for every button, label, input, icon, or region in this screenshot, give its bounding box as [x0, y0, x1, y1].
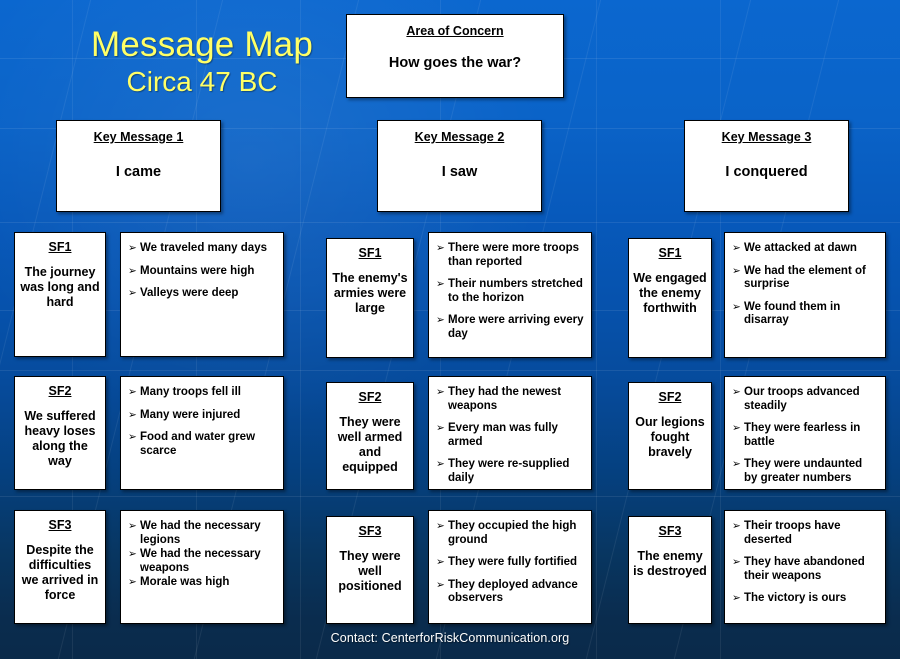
sf-label-heading: SF2 [48, 384, 72, 398]
bullet-list: We attacked at dawn We had the element of… [732, 242, 878, 328]
background-vline [596, 0, 597, 659]
bullet-item: They occupied the high ground [436, 520, 584, 547]
sf-label-body: We suffered heavy loses along the way [24, 409, 96, 468]
bullet-item: There were more troops than reported [436, 242, 584, 269]
sf-label-c1-r3: SF3 Despite the difficulties we arrived … [14, 510, 106, 624]
message-map-slide: Message Map Circa 47 BC Area of Concern … [0, 0, 900, 659]
area-of-concern-card: Area of Concern How goes the war? [346, 14, 564, 98]
bullet-item: Every man was fully armed [436, 422, 584, 449]
slide-title-subtitle: Circa 47 BC [126, 66, 278, 97]
sf-label-heading: SF1 [48, 240, 72, 254]
bullet-item: Food and water grew scarce [128, 431, 276, 458]
sf-label-heading: SF1 [358, 246, 382, 260]
key-message-1-card: Key Message 1 I came [56, 120, 221, 212]
sf-label-body: The enemy's armies were large [332, 271, 408, 315]
sf-label-heading: SF2 [358, 390, 382, 404]
key-message-2-card: Key Message 2 I saw [377, 120, 542, 212]
bullet-item: The victory is ours [732, 592, 878, 606]
bullet-item: They deployed advance observers [436, 579, 584, 606]
bullet-list: They occupied the high ground They were f… [436, 520, 584, 606]
bullet-item: They were re-supplied daily [436, 458, 584, 485]
sf-label-heading: SF1 [658, 246, 682, 260]
bullet-item: We traveled many days [128, 242, 276, 256]
area-of-concern-body: How goes the war? [388, 55, 522, 71]
bullet-item: We had the element of surprise [732, 265, 878, 292]
bullet-list: We had the necessary legionsWe had the n… [128, 520, 276, 590]
sf-label-c2-r1: SF1 The enemy's armies were large [326, 238, 414, 358]
sf-bullets-c3-r2: Our troops advanced steadily They were fe… [724, 376, 886, 490]
area-of-concern-heading: Area of Concern [406, 24, 504, 38]
background-hline [0, 370, 900, 371]
key-message-3-body: I conquered [725, 164, 808, 180]
key-message-1-heading: Key Message 1 [93, 130, 184, 144]
background-hline [0, 496, 900, 497]
key-message-2-heading: Key Message 2 [414, 130, 505, 144]
sf-bullets-c2-r2: They had the newest weapons Every man was… [428, 376, 592, 490]
sf-label-c1-r2: SF2 We suffered heavy loses along the wa… [14, 376, 106, 490]
sf-label-body: Our legions fought bravely [635, 415, 705, 459]
bullet-item: We attacked at dawn [732, 242, 878, 256]
sf-label-heading: SF2 [658, 390, 682, 404]
sf-bullets-c2-r3: They occupied the high ground They were f… [428, 510, 592, 624]
key-message-3-heading: Key Message 3 [721, 130, 812, 144]
slide-title: Message Map Circa 47 BC [62, 26, 342, 98]
sf-bullets-c1-r2: Many troops fell ill Many were injured Foo… [120, 376, 284, 490]
bullet-item: We had the necessary weapons [128, 548, 276, 575]
background-vline [720, 0, 721, 659]
bullet-item: They were fully fortified [436, 556, 584, 570]
sf-label-heading: SF3 [658, 524, 682, 538]
bullet-item: We had the necessary legions [128, 520, 276, 547]
bullet-item: More were arriving every day [436, 314, 584, 341]
bullet-list: Many troops fell ill Many were injured Foo… [128, 386, 276, 458]
bullet-item: They were fearless in battle [732, 422, 878, 449]
bullet-item: They were undaunted by greater numbers [732, 458, 878, 485]
bullet-item: Their numbers stretched to the horizon [436, 278, 584, 305]
bullet-item: Mountains were high [128, 265, 276, 279]
bullet-item: Many were injured [128, 409, 276, 423]
bullet-list: Our troops advanced steadily They were fe… [732, 386, 878, 485]
bullet-item: Our troops advanced steadily [732, 386, 878, 413]
sf-label-body: The journey was long and hard [20, 265, 100, 309]
bullet-list: Their troops have deserted They have aban… [732, 520, 878, 606]
background-vline [300, 0, 301, 659]
sf-label-c3-r2: SF2 Our legions fought bravely [628, 382, 712, 490]
slide-title-main: Message Map [90, 25, 314, 64]
sf-label-body: They were well armed and equipped [337, 415, 403, 474]
sf-bullets-c2-r1: There were more troops than reported Thei… [428, 232, 592, 358]
sf-label-body: The enemy is destroyed [633, 549, 707, 578]
sf-label-c1-r1: SF1 The journey was long and hard [14, 232, 106, 357]
sf-label-heading: SF3 [48, 518, 72, 532]
footer-contact-text: Contact: CenterforRiskCommunication.org [330, 631, 570, 645]
sf-label-heading: SF3 [358, 524, 382, 538]
bullet-item: Morale was high [128, 576, 276, 590]
bullet-item: They have abandoned their weapons [732, 556, 878, 583]
bullet-item: We found them in disarray [732, 301, 878, 328]
key-message-3-card: Key Message 3 I conquered [684, 120, 849, 212]
sf-label-body: Despite the difficulties we arrived in f… [21, 543, 99, 602]
bullet-item: Many troops fell ill [128, 386, 276, 400]
background-hline [0, 222, 900, 223]
bullet-list: We traveled many days Mountains were high… [128, 242, 276, 301]
sf-label-c3-r1: SF1 We engaged the enemy forthwith [628, 238, 712, 358]
sf-bullets-c1-r3: We had the necessary legionsWe had the n… [120, 510, 284, 624]
key-message-1-body: I came [115, 164, 162, 180]
sf-label-c2-r2: SF2 They were well armed and equipped [326, 382, 414, 490]
sf-bullets-c1-r1: We traveled many days Mountains were high… [120, 232, 284, 357]
bullet-list: There were more troops than reported Thei… [436, 242, 584, 341]
bullet-item: They had the newest weapons [436, 386, 584, 413]
sf-bullets-c3-r3: Their troops have deserted They have aban… [724, 510, 886, 624]
sf-label-c3-r3: SF3 The enemy is destroyed [628, 516, 712, 624]
sf-bullets-c3-r1: We attacked at dawn We had the element of… [724, 232, 886, 358]
bullet-list: They had the newest weapons Every man was… [436, 386, 584, 485]
bullet-item: Their troops have deserted [732, 520, 878, 547]
sf-label-body: We engaged the enemy forthwith [633, 271, 707, 315]
bullet-item: Valleys were deep [128, 287, 276, 301]
key-message-2-body: I saw [441, 164, 478, 180]
sf-label-c2-r3: SF3 They were well positioned [326, 516, 414, 624]
sf-label-body: They were well positioned [338, 549, 402, 593]
